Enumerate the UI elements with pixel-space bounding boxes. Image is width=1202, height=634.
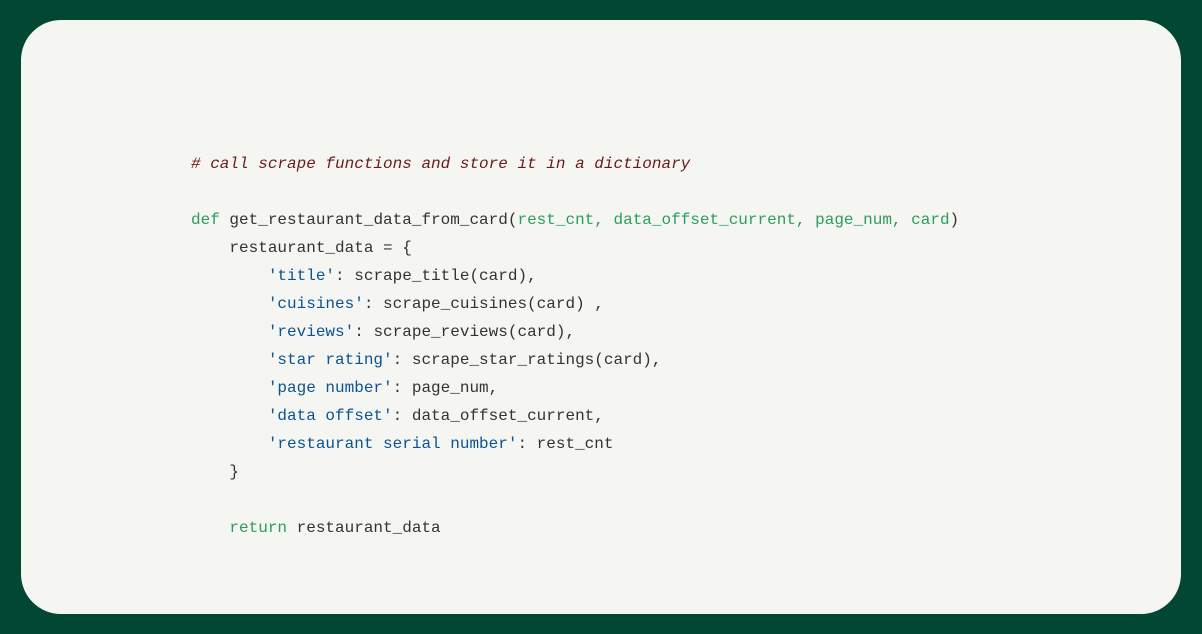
code-keyword-def: def bbox=[191, 211, 220, 229]
code-indent bbox=[191, 379, 268, 397]
code-str-star: 'star rating' bbox=[268, 351, 393, 369]
code-return-val: restaurant_data bbox=[287, 519, 441, 537]
code-str-page: 'page number' bbox=[268, 379, 393, 397]
code-val-page: : page_num, bbox=[393, 379, 499, 397]
code-indent-return bbox=[191, 519, 229, 537]
code-val-title: : scrape_title(card), bbox=[335, 267, 537, 285]
code-val-reviews: : scrape_reviews(card), bbox=[354, 323, 575, 341]
code-str-offset: 'data offset' bbox=[268, 407, 393, 425]
code-val-cuisines: : scrape_cuisines(card) , bbox=[364, 295, 604, 313]
code-indent bbox=[191, 323, 268, 341]
code-func-name: get_restaurant_data_from_card( bbox=[220, 211, 518, 229]
code-block: # call scrape functions and store it in … bbox=[191, 150, 1031, 542]
code-comment: # call scrape functions and store it in … bbox=[191, 155, 690, 173]
code-indent bbox=[191, 351, 268, 369]
code-close-paren: ) bbox=[950, 211, 960, 229]
code-indent bbox=[191, 295, 268, 313]
code-indent bbox=[191, 435, 268, 453]
code-val-offset: : data_offset_current, bbox=[393, 407, 604, 425]
code-str-serial: 'restaurant serial number' bbox=[268, 435, 518, 453]
code-line-close: } bbox=[191, 463, 239, 481]
code-keyword-return: return bbox=[229, 519, 287, 537]
code-str-reviews: 'reviews' bbox=[268, 323, 354, 341]
code-str-title: 'title' bbox=[268, 267, 335, 285]
code-params: rest_cnt, data_offset_current, page_num,… bbox=[517, 211, 949, 229]
code-val-star: : scrape_star_ratings(card), bbox=[393, 351, 662, 369]
code-card: # call scrape functions and store it in … bbox=[21, 20, 1181, 614]
code-line-assign: restaurant_data = { bbox=[191, 239, 412, 257]
code-val-serial: : rest_cnt bbox=[517, 435, 613, 453]
code-indent bbox=[191, 267, 268, 285]
code-str-cuisines: 'cuisines' bbox=[268, 295, 364, 313]
code-indent bbox=[191, 407, 268, 425]
